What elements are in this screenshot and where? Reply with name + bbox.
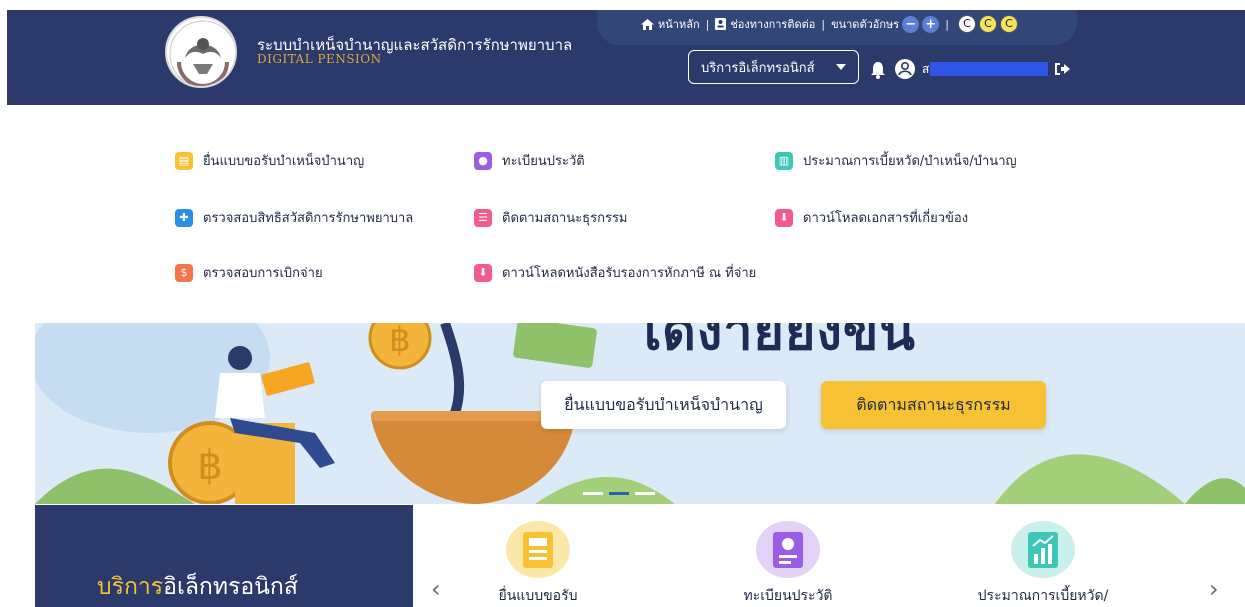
contrast-yellow-button[interactable]: C — [978, 15, 997, 33]
menu-item-label: ตรวจสอบการเบิกจ่าย — [203, 266, 323, 281]
menu-item-pension-request[interactable]: ▤ ยื่นแบบขอรับบำเหน็จบำนาญ — [175, 150, 364, 171]
carousel-dot[interactable] — [635, 492, 655, 495]
separator: | — [945, 17, 949, 31]
eservice-card-profile-registry[interactable]: ทะเบียนประวัติ — [718, 521, 858, 607]
menu-item-medical-rights[interactable]: ✚ ตรวจสอบสิทธิสวัสดิการรักษาพยาบาล — [175, 207, 413, 228]
menu-item-pension-estimate[interactable]: ▥ ประมาณการเบี้ยหวัด/บำเหน็จ/บำนาญ — [775, 150, 1017, 171]
font-increase-button[interactable]: + — [922, 15, 940, 33]
contrast-high-button[interactable]: C — [999, 15, 1018, 33]
menu-item-label: ตรวจสอบสิทธิสวัสดิการรักษาพยาบาล — [203, 211, 414, 226]
eservice-dropdown-label: บริการอิเล็กทรอนิกส์ — [701, 60, 815, 76]
home-link[interactable]: หน้าหลัก — [641, 15, 700, 33]
menu-item-payment-check[interactable]: $ ตรวจสอบการเบิกจ่าย — [175, 262, 323, 283]
caret-down-icon — [836, 64, 846, 70]
font-size-label: ขนาดตัวอักษร — [831, 18, 900, 31]
menu-item-transaction-status[interactable]: ☰ ติดตามสถานะธุรกรรม — [474, 207, 628, 228]
payment-icon: $ — [175, 263, 193, 282]
bell-icon[interactable] — [870, 61, 886, 79]
eservice-title-rest: อิเล็กทรอนิกส์ — [163, 574, 298, 600]
home-icon — [641, 18, 654, 30]
ministry-logo[interactable] — [165, 16, 237, 88]
eservice-card-label: ยื่นแบบขอรับ — [498, 588, 578, 604]
form-icon: ▤ — [175, 151, 193, 170]
baht-coin-symbol: ฿ — [197, 443, 222, 489]
download-icon: ⬇ — [474, 263, 492, 282]
contact-link[interactable]: ช่องทางการติดต่อ — [715, 15, 815, 33]
eservice-card-label: ทะเบียนประวัติ — [743, 588, 833, 604]
contact-card-icon — [715, 18, 727, 30]
health-icon: ✚ — [175, 208, 193, 227]
menu-item-label: ทะเบียนประวัติ — [502, 154, 585, 169]
font-decrease-button[interactable]: − — [902, 15, 920, 33]
services-menu: ▤ ยื่นแบบขอรับบำเหน็จบำนาญ ● ทะเบียนประว… — [0, 105, 1245, 323]
carousel-dot[interactable] — [583, 492, 603, 495]
chart-icon: ▥ — [775, 151, 793, 170]
utility-bar: หน้าหลัก | ช่องทางการติดต่อ | ขนาดตัวอัก… — [641, 15, 1018, 33]
eservice-panel: บริการอิเล็กทรอนิกส์ — [35, 505, 413, 607]
user-avatar[interactable] — [895, 59, 915, 79]
hero-banner: ฿ ฿ ได้ง่ายยิ่งขึ้น ยื่นแบบขอรับบำเหน็จบ… — [35, 323, 1245, 504]
eservice-dropdown[interactable]: บริการอิเล็กทรอนิกส์ — [688, 50, 859, 84]
carousel-indicators — [583, 492, 655, 495]
separator: | — [821, 17, 826, 31]
contrast-normal-button[interactable]: C — [957, 15, 976, 33]
carousel-next-button[interactable]: › — [1209, 575, 1219, 603]
menu-item-label: ติดตามสถานะธุรกรรม — [502, 211, 628, 226]
profile-icon: ● — [474, 151, 492, 170]
site-subtitle: DIGITAL PENSION — [257, 52, 382, 66]
baht-coin-symbol: ฿ — [389, 323, 411, 360]
menu-item-label: ยื่นแบบขอรับบำเหน็จบำนาญ — [203, 154, 365, 169]
menu-item-label: ดาวน์โหลดหนังสือรับรองการหักภาษี ณ ที่จ่… — [502, 266, 757, 281]
redaction-mask — [930, 62, 1048, 76]
eservice-card-pension-estimate[interactable]: ประมาณการเบี้ยหวัด/ — [973, 521, 1113, 607]
track-status-button[interactable]: ติดตามสถานะธุรกรรม — [821, 381, 1046, 429]
download-icon: ⬇ — [775, 208, 793, 227]
menu-item-download-documents[interactable]: ⬇ ดาวน์โหลดเอกสารที่เกี่ยวข้อง — [775, 207, 968, 228]
menu-item-profile-registry[interactable]: ● ทะเบียนประวัติ — [474, 150, 585, 171]
eservice-card-pension-request[interactable]: ยื่นแบบขอรับ — [468, 521, 608, 607]
user-name[interactable]: ส — [922, 57, 1048, 81]
menu-item-label: ประมาณการเบี้ยหวัด/บำเหน็จ/บำนาญ — [803, 154, 1017, 169]
home-label: หน้าหลัก — [658, 18, 700, 31]
eservice-card-label: ประมาณการเบี้ยหวัด/ — [977, 588, 1109, 604]
logout-icon[interactable] — [1053, 60, 1071, 78]
chart-icon — [1011, 521, 1075, 578]
carousel-dot-active[interactable] — [609, 492, 629, 495]
eservice-title-highlight: บริการ — [97, 574, 164, 600]
pension-request-button[interactable]: ยื่นแบบขอรับบำเหน็จบำนาญ — [541, 381, 786, 429]
user-name-text: ส — [922, 62, 930, 76]
user-icon — [898, 61, 912, 76]
carousel-prev-button[interactable]: ‹ — [431, 575, 441, 603]
profile-icon — [756, 521, 820, 578]
menu-item-label: ดาวน์โหลดเอกสารที่เกี่ยวข้อง — [803, 211, 969, 226]
contact-label: ช่องทางการติดต่อ — [730, 18, 816, 31]
separator: | — [705, 17, 710, 31]
banner-heading: ได้ง่ายยิ่งขึ้น — [635, 323, 916, 362]
menu-item-tax-certificate[interactable]: ⬇ ดาวน์โหลดหนังสือรับรองการหักภาษี ณ ที่… — [474, 262, 756, 283]
eservice-title: บริการอิเล็กทรอนิกส์ — [97, 569, 298, 605]
list-icon: ☰ — [474, 208, 492, 227]
eservice-carousel: ‹ ยื่นแบบขอรับ ทะเบียนประวัติ ประมาณการเ… — [413, 505, 1245, 607]
form-icon — [506, 521, 570, 578]
